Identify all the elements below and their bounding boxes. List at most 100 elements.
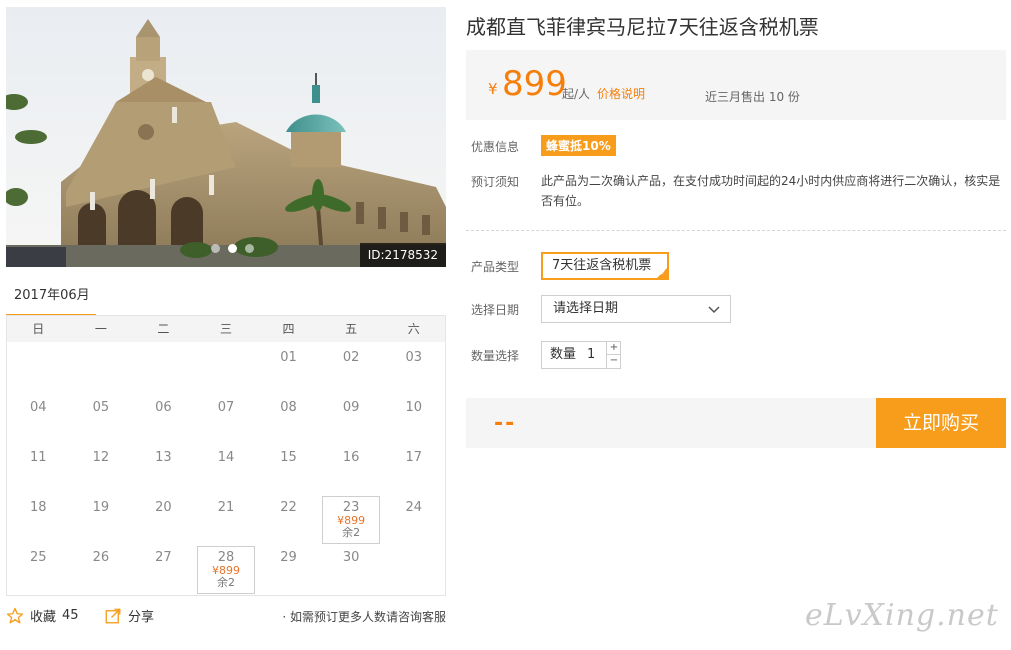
calendar-day-number: 05 — [92, 400, 110, 415]
calendar-day-number: 06 — [155, 400, 172, 415]
calendar-day: 24 — [382, 492, 445, 542]
product-type-option[interactable]: 7天往返含税机票 ✓ — [541, 252, 669, 280]
calendar-day-number: 03 — [405, 350, 422, 365]
calendar-day-number: 16 — [342, 450, 360, 465]
calendar-day: 04 — [7, 392, 70, 442]
calendar-day-number: 22 — [280, 500, 297, 515]
calendar-day-number: 29 — [280, 550, 297, 565]
calendar-empty-cell — [7, 342, 70, 392]
calendar-day-number: 24 — [405, 500, 422, 515]
calendar-day: 08 — [257, 392, 320, 442]
calendar-day: 29 — [257, 542, 320, 592]
calendar-day-number: 07 — [217, 400, 235, 415]
calendar-day-number: 13 — [155, 450, 172, 465]
calendar-day: 13 — [132, 442, 195, 492]
calendar-day-number: 12 — [92, 450, 110, 465]
price-box: ¥ 899 起/人 价格说明 近三月售出 10 份 — [466, 50, 1006, 120]
calendar-day-number: 09 — [342, 400, 360, 415]
buy-now-button[interactable]: 立即购买 — [876, 398, 1006, 448]
weekday-label: 四 — [282, 322, 295, 336]
favorite-label: 收藏 — [30, 610, 57, 625]
sold-count: 近三月售出 10 份 — [705, 90, 800, 104]
calendar-day: 03 — [382, 342, 445, 392]
date-select[interactable]: 请选择日期 — [541, 295, 731, 323]
favorite-button[interactable]: 收藏 45 — [6, 606, 79, 625]
share-label: 分享 — [128, 610, 155, 625]
weekday-label: 一 — [94, 322, 107, 336]
carousel-dot-active[interactable] — [228, 244, 237, 253]
calendar-day-remaining: 余2 — [216, 576, 235, 589]
carousel-dots — [211, 244, 254, 253]
calendar-day: 19 — [70, 492, 133, 542]
weekday-label: 三 — [219, 322, 232, 336]
chevron-down-icon — [708, 306, 720, 314]
calendar-day: 06 — [132, 392, 195, 442]
promo-label: 优惠信息 — [471, 140, 520, 154]
consult-note: · 如需预订更多人数请咨询客服 — [282, 610, 446, 624]
watermark-logo: eLvXing.net — [805, 598, 999, 633]
calendar-empty-cell — [70, 342, 133, 392]
photo-id-label: ID:2178532 — [359, 243, 446, 267]
carousel-dot[interactable] — [245, 244, 254, 253]
calendar-day-number: 14 — [217, 450, 235, 465]
calendar-day-number: 17 — [405, 450, 422, 465]
calendar-month-tab[interactable]: 2017年06月 — [6, 284, 96, 316]
date-label: 选择日期 — [471, 303, 520, 317]
calendar-day: 11 — [7, 442, 70, 492]
weekday-label: 日 — [32, 322, 45, 336]
calendar-day-number: 30 — [342, 550, 360, 565]
calendar-day-number: 27 — [155, 550, 172, 565]
quantity-field-label: 数量 — [550, 347, 577, 362]
calendar-day-number: 10 — [405, 400, 422, 415]
product-type-value: 7天往返含税机票 — [552, 258, 652, 273]
calendar-day-available[interactable]: 23 ¥899 余2 — [320, 492, 383, 544]
calendar-days: 01 02 03 04 05 06 07 08 09 10 11 12 13 14 15 16 17 18 19 20… — [7, 342, 445, 594]
calendar-day: 17 — [382, 442, 445, 492]
date-select-placeholder: 请选择日期 — [553, 301, 619, 316]
favorite-count: 45 — [62, 608, 79, 623]
calendar-day: 15 — [257, 442, 320, 492]
calendar-day: 07 — [195, 392, 258, 442]
calendar: 日 一 二 三 四 五 六 01 02 03 04 05 06 07 08 09 10 11 12 13 14 15 16… — [6, 316, 446, 596]
calendar-day: 22 — [257, 492, 320, 542]
calendar-day: 02 — [320, 342, 383, 392]
calendar-day: 10 — [382, 392, 445, 442]
weekday-label: 五 — [345, 322, 358, 336]
calendar-day-number: 28 — [217, 550, 235, 565]
calendar-day-number: 11 — [30, 450, 47, 465]
calendar-day-number: 02 — [342, 350, 360, 365]
calendar-day-available[interactable]: 28 ¥899 余2 — [195, 542, 258, 594]
currency-symbol: ¥ — [488, 80, 498, 98]
calendar-day: 21 — [195, 492, 258, 542]
notice-text: 此产品为二次确认产品，在支付成功时间起的24小时内供应商将进行二次确认，核实是否… — [541, 174, 1001, 208]
quantity-increase-button[interactable]: + — [606, 342, 621, 355]
total-price: -- — [494, 411, 517, 436]
calendar-empty-cell — [382, 542, 445, 592]
carousel-dot[interactable] — [211, 244, 220, 253]
calendar-day-number: 15 — [280, 450, 297, 465]
calendar-day-number: 18 — [30, 500, 47, 515]
weekday-label: 六 — [407, 322, 420, 336]
calendar-day-number: 08 — [280, 400, 297, 415]
share-button[interactable]: 分享 — [104, 606, 154, 625]
product-photo[interactable]: ID:2178532 — [6, 7, 446, 267]
price-amount: 899 — [502, 64, 567, 104]
calendar-day: 01 — [257, 342, 320, 392]
calendar-empty-cell — [132, 342, 195, 392]
calendar-day: 25 — [7, 542, 70, 592]
weekday-label: 二 — [157, 322, 170, 336]
star-icon — [6, 607, 24, 623]
calendar-day: 20 — [132, 492, 195, 542]
section-divider — [466, 230, 1006, 231]
calendar-day-number: 21 — [217, 500, 235, 515]
calendar-day: 14 — [195, 442, 258, 492]
quantity-decrease-button[interactable]: − — [606, 355, 621, 368]
calendar-day: 26 — [70, 542, 133, 592]
calendar-empty-cell — [195, 342, 258, 392]
quantity-input[interactable]: 1 — [587, 342, 595, 368]
calendar-day: 09 — [320, 392, 383, 442]
calendar-day-number: 04 — [30, 400, 47, 415]
price-explain-link[interactable]: 价格说明 — [597, 85, 645, 102]
calendar-day: 30 — [320, 542, 383, 592]
calendar-day-number: 20 — [155, 500, 172, 515]
